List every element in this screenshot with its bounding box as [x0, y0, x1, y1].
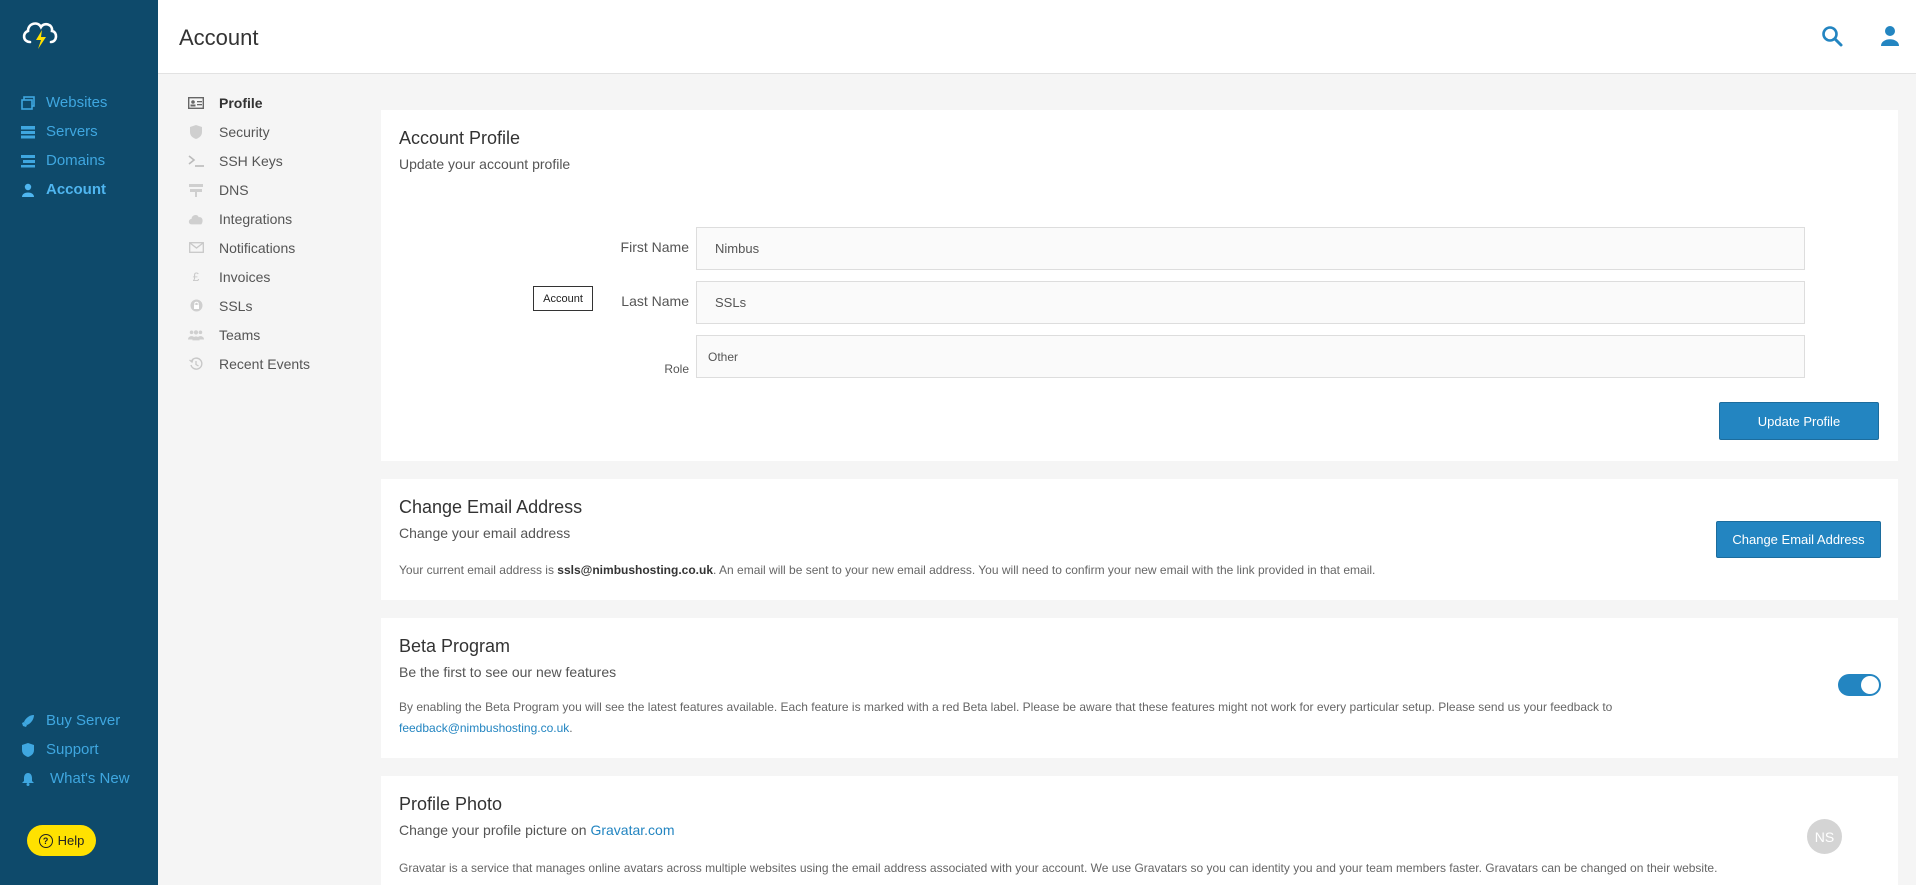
rocket-icon — [20, 713, 36, 729]
shield-icon — [188, 124, 204, 139]
search-icon[interactable] — [1820, 24, 1844, 48]
nav-item-account[interactable]: Account — [0, 175, 158, 204]
domains-icon — [20, 153, 36, 169]
subnav-item-teams[interactable]: Teams — [188, 320, 358, 349]
pound-icon: £ — [192, 269, 200, 284]
help-label: Help — [57, 833, 85, 848]
subnav-item-recent-events[interactable]: Recent Events — [188, 349, 358, 378]
nav-label: Support — [46, 741, 99, 758]
nav-label: Domains — [46, 152, 106, 169]
nav-item-buy-server[interactable]: Buy Server — [0, 706, 158, 735]
websites-icon — [20, 95, 36, 111]
gravatar-description: Gravatar is a service that manages onlin… — [399, 861, 1718, 875]
subnav-label: SSLs — [219, 297, 253, 314]
card-subtitle: Update your account profile — [399, 156, 571, 172]
team-icon — [188, 328, 204, 342]
nav-item-servers[interactable]: Servers — [0, 117, 158, 146]
user-profile-icon[interactable] — [1878, 24, 1902, 48]
servers-icon — [20, 124, 36, 140]
profile-photo-card: Profile Photo Change your profile pictur… — [381, 776, 1898, 885]
support-shield-icon — [20, 742, 36, 758]
card-subtitle: Be the first to see our new features — [399, 664, 617, 680]
top-header: Account — [158, 0, 1916, 74]
nav-item-support[interactable]: Support — [0, 735, 158, 764]
main-nav: Websites Servers Domains Account — [0, 88, 158, 204]
subnav-label: Security — [219, 123, 270, 140]
subnav-item-notifications[interactable]: Notifications — [188, 233, 358, 262]
user-icon — [20, 182, 36, 198]
change-email-card: Change Email Address Change your email a… — [381, 479, 1898, 600]
subnav-item-integrations[interactable]: Integrations — [188, 204, 358, 233]
subnav-item-invoices[interactable]: £ Invoices — [188, 262, 358, 291]
subnav-label: Teams — [219, 326, 261, 343]
subnav-label: Notifications — [219, 239, 296, 256]
subnav-label: Profile — [219, 94, 263, 111]
gravatar-link[interactable]: Gravatar.com — [590, 822, 674, 838]
question-icon: ? — [38, 833, 53, 848]
change-email-button[interactable]: Change Email Address — [1716, 521, 1881, 558]
card-title: Profile Photo — [399, 794, 503, 814]
card-title: Change Email Address — [399, 497, 583, 517]
nav-item-whats-new[interactable]: What's New — [0, 764, 158, 793]
subnav-item-profile[interactable]: Profile — [188, 88, 358, 117]
current-email: ssls@nimbushosting.co.uk — [557, 563, 714, 577]
subnav-label: Recent Events — [219, 355, 311, 372]
subnav-label: Invoices — [219, 268, 271, 285]
envelope-icon — [188, 241, 204, 255]
card-title: Account Profile — [399, 128, 521, 148]
nav-label: Websites — [46, 94, 108, 111]
subnav-item-ssh-keys[interactable]: SSH Keys — [188, 146, 358, 175]
subnav-label: DNS — [219, 181, 249, 198]
nav-label: Buy Server — [46, 712, 121, 729]
first-name-input[interactable]: Nimbus — [696, 227, 1805, 270]
last-name-input[interactable]: SSLs — [696, 281, 1805, 324]
update-profile-button[interactable]: Update Profile — [1719, 402, 1879, 440]
card-subtitle: Change your profile picture on Gravatar.… — [399, 822, 675, 838]
cloud-icon — [188, 212, 204, 226]
nav-label: What's New — [50, 770, 130, 787]
sidebar-bottom-nav: Buy Server Support What's New — [0, 706, 158, 793]
nav-item-websites[interactable]: Websites — [0, 88, 158, 117]
card-subtitle: Change your email address — [399, 525, 571, 541]
subnav-item-ssls[interactable]: SSLs — [188, 291, 358, 320]
subnav-item-security[interactable]: Security — [188, 117, 358, 146]
lock-icon — [188, 299, 204, 313]
card-title: Beta Program — [399, 636, 511, 656]
subnav-item-dns[interactable]: DNS — [188, 175, 358, 204]
terminal-icon — [188, 154, 204, 168]
email-description: Your current email address is ssls@nimbu… — [399, 563, 1376, 577]
feedback-email-link[interactable]: feedback@nimbushosting.co.uk — [399, 721, 569, 735]
nav-item-domains[interactable]: Domains — [0, 146, 158, 175]
role-select[interactable]: Other — [696, 335, 1805, 378]
nimbus-logo-icon[interactable] — [20, 16, 60, 52]
account-profile-card: Account Profile Update your account prof… — [381, 110, 1898, 461]
last-name-label: Last Name — [621, 293, 689, 309]
beta-program-card: Beta Program Be the first to see our new… — [381, 618, 1898, 758]
beta-description: By enabling the Beta Program you will se… — [399, 700, 1613, 735]
help-button[interactable]: ? Help — [27, 825, 96, 856]
history-icon — [188, 356, 204, 371]
subnav-label: Integrations — [219, 210, 293, 227]
avatar: NS — [1807, 819, 1842, 854]
main-sidebar: Websites Servers Domains Account Buy Ser… — [0, 0, 158, 885]
nav-label: Account — [46, 181, 106, 198]
beta-program-toggle[interactable] — [1838, 674, 1881, 696]
bell-icon — [20, 771, 36, 787]
first-name-label: First Name — [620, 239, 689, 255]
nav-label: Servers — [46, 123, 98, 140]
id-card-icon — [188, 96, 204, 110]
account-subnav: Profile Security SSH Keys DNS Integratio… — [188, 88, 358, 378]
signpost-icon — [188, 183, 204, 197]
page-title: Account — [179, 25, 259, 50]
role-label: Role — [664, 362, 689, 376]
subnav-label: SSH Keys — [219, 152, 283, 169]
toggle-knob — [1861, 676, 1879, 694]
